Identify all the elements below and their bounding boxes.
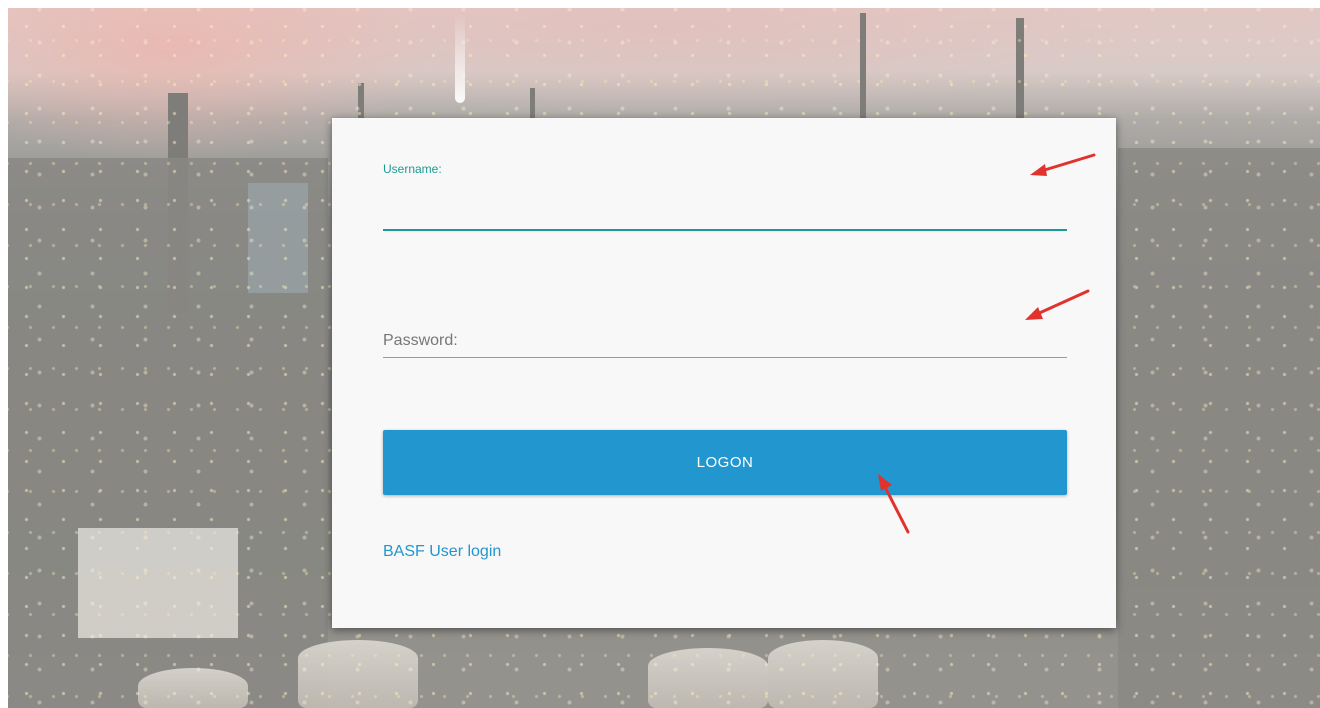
login-card: Username: Password: LOGON BASF User logi… [332,118,1116,628]
background-frame: Username: Password: LOGON BASF User logi… [8,8,1320,708]
annotation-arrow-icon [1025,289,1090,320]
username-label: Username: [383,162,442,176]
username-input[interactable] [383,197,1067,231]
username-field: Username: [383,162,1067,231]
basf-user-login-link[interactable]: BASF User login [383,543,501,561]
logon-button[interactable]: LOGON [383,430,1067,495]
annotation-arrow-icon [878,474,910,534]
password-underline [383,357,1067,358]
username-underline [383,229,1067,231]
annotation-arrow-icon [1030,153,1096,176]
password-input[interactable] [383,324,1067,358]
password-field: Password: [383,318,1067,358]
